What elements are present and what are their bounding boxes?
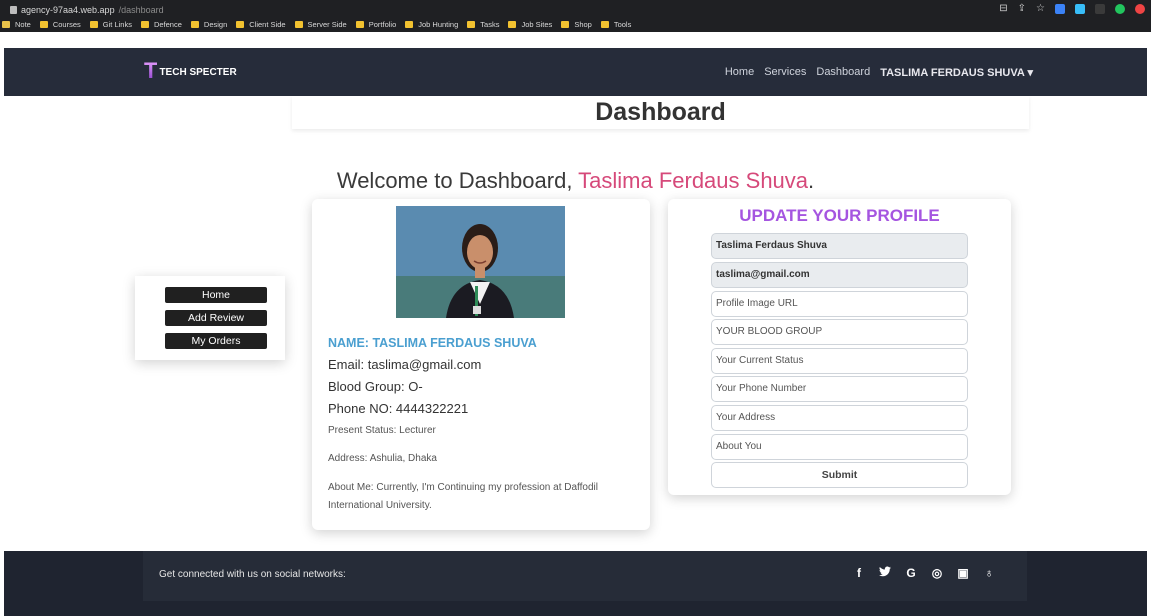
profile-image-url-input[interactable]: Profile Image URL (711, 291, 968, 317)
phone-number-input[interactable]: Your Phone Number (711, 376, 968, 402)
github-icon[interactable]: ♁ (983, 566, 995, 580)
folder-icon (405, 21, 414, 28)
browser-actions: ⊟ ⇪ ☆ (999, 3, 1145, 14)
bookmark-client-side[interactable]: Client Side (236, 20, 286, 29)
twitter-icon[interactable] (879, 566, 891, 580)
bookmark-note[interactable]: Note (2, 20, 31, 29)
bookmark-courses[interactable]: Courses (39, 20, 81, 29)
profile-blood-group: Blood Group: O- (328, 379, 423, 394)
folder-icon (294, 21, 303, 28)
brand-name: TECH SPECTER (159, 66, 237, 78)
lock-icon (10, 6, 17, 14)
about-input[interactable]: About You (711, 434, 968, 460)
browser-toolbar: agency-97aa4.web.app/dashboard ⊟ ⇪ ☆ Not… (0, 0, 1151, 32)
side-my-orders-button[interactable]: My Orders (165, 333, 267, 349)
address-bar[interactable]: agency-97aa4.web.app/dashboard (10, 3, 164, 17)
bookmark-shop[interactable]: Shop (561, 20, 592, 29)
folder-icon (508, 21, 517, 28)
nav-home-link[interactable]: Home (725, 66, 754, 79)
extension-icon[interactable] (1075, 3, 1085, 14)
bookmark-job-sites[interactable]: Job Sites (508, 20, 552, 29)
folder-icon (2, 21, 10, 28)
bookmarks-bar: Note Courses Git Links Defence Design Cl… (0, 17, 640, 32)
person-photo-icon (396, 206, 565, 318)
folder-icon (190, 21, 199, 28)
bookmark-git-links[interactable]: Git Links (89, 20, 132, 29)
blood-group-input[interactable]: YOUR BLOOD GROUP (711, 319, 968, 345)
nav-services-link[interactable]: Services (764, 66, 806, 79)
folder-icon (39, 21, 48, 28)
bookmark-portfolio[interactable]: Portfolio (355, 20, 396, 29)
folder-icon (600, 21, 609, 28)
folder-icon (561, 21, 570, 28)
profile-name: NAME: TASLIMA FERDAUS SHUVA (328, 336, 537, 350)
bookmark-job-hunting[interactable]: Job Hunting (405, 20, 458, 29)
extension-icon[interactable] (1115, 3, 1125, 14)
page-title-band: Dashboard (292, 96, 1029, 129)
url-domain: agency-97aa4.web.app (21, 5, 115, 15)
url-path: /dashboard (118, 5, 164, 15)
linkedin-icon[interactable]: ▣ (957, 566, 969, 580)
folder-icon (355, 21, 364, 28)
bookmark-design[interactable]: Design (190, 20, 227, 29)
extension-icon[interactable] (1135, 3, 1145, 14)
profile-status: Present Status: Lecturer (328, 425, 436, 436)
page-title: Dashboard (595, 98, 726, 126)
footer-text: Get connected with us on social networks… (159, 569, 346, 580)
name-field[interactable]: Taslima Ferdaus Shuva (711, 233, 968, 259)
profile-photo (396, 206, 565, 318)
star-icon[interactable]: ☆ (1036, 3, 1045, 14)
profile-about: About Me: Currently, I'm Continuing my p… (328, 482, 598, 511)
folder-icon (236, 21, 245, 28)
site-navbar: T TECH SPECTER Home Services Dashboard T… (4, 48, 1147, 96)
nav-links: Home Services Dashboard TASLIMA FERDAUS … (725, 66, 1033, 79)
update-profile-title: UPDATE YOUR PROFILE (739, 206, 940, 225)
submit-button[interactable]: Submit (711, 462, 968, 488)
brand-logo[interactable]: T TECH SPECTER (144, 58, 237, 83)
dashboard-side-menu: Home Add Review My Orders (135, 276, 285, 360)
welcome-user-name: Taslima Ferdaus Shuva (578, 168, 809, 193)
extension-icon[interactable] (1055, 3, 1065, 14)
footer-social-bar: Get connected with us on social networks… (143, 551, 1027, 601)
logo-icon: T (144, 58, 158, 83)
user-menu-dropdown[interactable]: TASLIMA FERDAUS SHUVA ▾ (880, 66, 1033, 79)
bookmark-server-side[interactable]: Server Side (294, 20, 347, 29)
share-icon[interactable]: ⇪ (1018, 3, 1026, 14)
folder-icon (89, 21, 98, 28)
nav-dashboard-link[interactable]: Dashboard (816, 66, 870, 79)
welcome-prefix: Welcome to Dashboard, (336, 168, 579, 193)
folder-icon (140, 21, 149, 28)
instagram-icon[interactable]: ◎ (931, 566, 943, 580)
welcome-suffix: . (808, 168, 815, 193)
bookmark-defence[interactable]: Defence (140, 20, 182, 29)
current-status-input[interactable]: Your Current Status (711, 348, 968, 374)
profile-address: Address: Ashulia, Dhaka (328, 453, 437, 464)
social-links: f G ◎ ▣ ♁ (853, 566, 995, 580)
bookmark-tools[interactable]: Tools (600, 20, 631, 29)
bookmark-tasks[interactable]: Tasks (467, 20, 499, 29)
profile-email: Email: taslima@gmail.com (328, 357, 482, 372)
address-input[interactable]: Your Address (711, 405, 968, 431)
update-profile-card: UPDATE YOUR PROFILE Taslima Ferdaus Shuv… (668, 199, 1011, 495)
folder-icon (467, 21, 476, 28)
tab-search-icon[interactable]: ⊟ (999, 3, 1007, 14)
side-home-button[interactable]: Home (165, 287, 267, 303)
profile-card: NAME: TASLIMA FERDAUS SHUVA Email: tasli… (312, 199, 650, 530)
profile-phone: Phone NO: 4444322221 (328, 401, 469, 416)
google-icon[interactable]: G (905, 566, 917, 580)
email-field[interactable]: taslima@gmail.com (711, 262, 968, 288)
welcome-heading: Welcome to Dashboard, Taslima Ferdaus Sh… (0, 168, 1151, 194)
extension-icon[interactable] (1095, 3, 1105, 14)
facebook-icon[interactable]: f (853, 566, 865, 580)
side-add-review-button[interactable]: Add Review (165, 310, 267, 326)
